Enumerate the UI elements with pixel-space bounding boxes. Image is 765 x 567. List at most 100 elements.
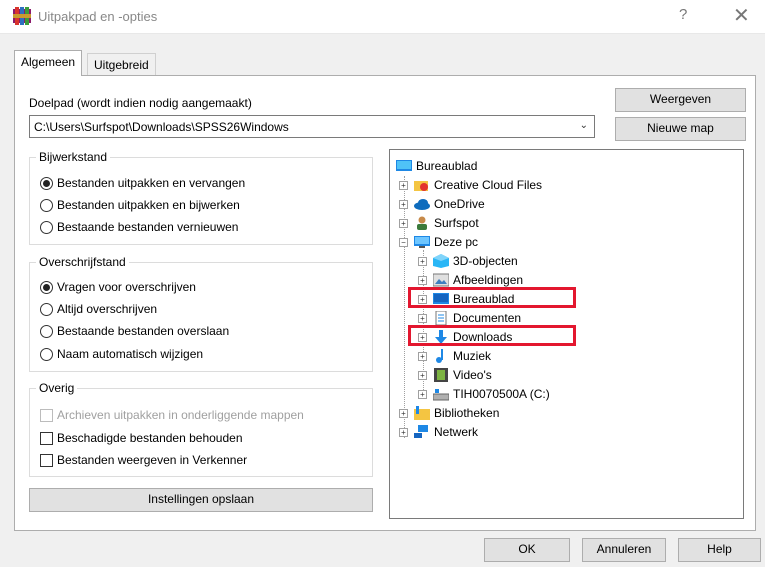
- tree-item-3d-objects[interactable]: + 3D-objecten: [418, 252, 518, 270]
- tree-item-this-pc[interactable]: − Deze pc: [399, 233, 478, 251]
- overwrite-mode-group: Overschrijfstand Vragen voor overschrijv…: [29, 255, 373, 372]
- radio-indicator[interactable]: [40, 176, 53, 190]
- tree-root-desktop[interactable]: Bureaublad: [396, 157, 477, 175]
- folder-tree[interactable]: Bureaublad + Creative Cloud Files + OneD…: [389, 149, 744, 519]
- expand-icon[interactable]: +: [418, 370, 427, 380]
- tree-node-label: Bibliotheken: [434, 406, 500, 420]
- checkbox-indicator[interactable]: [40, 431, 53, 445]
- tree-node-label: Bureaublad: [416, 159, 478, 173]
- expand-icon[interactable]: +: [418, 275, 427, 285]
- save-settings-button[interactable]: Instellingen opslaan: [29, 488, 373, 512]
- help-button[interactable]: Help: [678, 538, 761, 562]
- tree-node-label: Creative Cloud Files: [434, 178, 543, 192]
- radio-indicator[interactable]: [40, 347, 53, 361]
- drive-icon: [433, 389, 449, 401]
- network-icon: [414, 425, 428, 438]
- destination-path-value: C:\Users\Surfspot\Downloads\SPSS26Window…: [34, 120, 289, 134]
- expand-icon[interactable]: +: [418, 332, 427, 342]
- tree-item-surfspot[interactable]: + Surfspot: [399, 214, 479, 232]
- tree-node-label: TIH0070500A (C:): [453, 387, 550, 401]
- radio-indicator[interactable]: [40, 280, 53, 294]
- tree-item-network[interactable]: + Netwerk: [399, 423, 478, 441]
- videos-icon: [434, 368, 448, 382]
- update-mode-title: Bijwerkstand: [36, 150, 111, 164]
- computer-icon: [414, 236, 430, 248]
- tree-item-videos[interactable]: + Video's: [418, 366, 492, 384]
- tree-node-label: Bureaublad: [453, 292, 515, 306]
- expand-icon[interactable]: +: [399, 218, 408, 228]
- 3d-objects-icon: [433, 254, 449, 268]
- tree-item-pictures[interactable]: + Afbeeldingen: [418, 271, 523, 289]
- cancel-button[interactable]: Annuleren: [582, 538, 666, 562]
- overwrite-mode-title: Overschrijfstand: [36, 255, 129, 269]
- radio-skip-existing[interactable]: Bestaande bestanden overslaan: [40, 324, 229, 338]
- collapse-icon[interactable]: −: [399, 237, 408, 247]
- expand-icon[interactable]: +: [418, 294, 427, 304]
- expand-icon[interactable]: +: [418, 256, 427, 266]
- expand-icon[interactable]: +: [399, 199, 408, 209]
- radio-indicator[interactable]: [40, 302, 53, 316]
- tree-item-libraries[interactable]: + Bibliotheken: [399, 404, 499, 422]
- tree-item-drive-c[interactable]: + TIH0070500A (C:): [418, 385, 550, 403]
- expand-icon[interactable]: +: [399, 180, 408, 190]
- libraries-icon: [414, 406, 430, 420]
- tree-item-onedrive[interactable]: + OneDrive: [399, 195, 485, 213]
- user-icon: [417, 216, 427, 230]
- radio-label: Naam automatisch wijzigen: [57, 347, 204, 361]
- radio-label: Altijd overschrijven: [57, 302, 158, 316]
- tree-item-downloads[interactable]: + Downloads: [418, 328, 512, 346]
- misc-title: Overig: [36, 381, 78, 395]
- desktop-icon: [433, 293, 449, 304]
- expand-icon[interactable]: +: [399, 408, 408, 418]
- expand-icon[interactable]: +: [418, 389, 427, 399]
- radio-label: Bestaande bestanden vernieuwen: [57, 220, 239, 234]
- tree-node-label: Downloads: [453, 330, 513, 344]
- tree-item-documents[interactable]: + Documenten: [418, 309, 521, 327]
- expand-icon[interactable]: +: [418, 313, 427, 323]
- destination-label: Doelpad (wordt indien nodig aangemaakt): [29, 96, 252, 110]
- update-mode-group: Bijwerkstand Bestanden uitpakken en verv…: [29, 150, 373, 245]
- tree-node-label: Documenten: [453, 311, 522, 325]
- checkbox-indicator[interactable]: [40, 453, 53, 467]
- radio-ask-overwrite[interactable]: Vragen voor overschrijven: [40, 280, 196, 294]
- radio-extract-update[interactable]: Bestanden uitpakken en bijwerken: [40, 198, 240, 212]
- downloads-icon: [435, 330, 447, 344]
- tree-node-label: Netwerk: [434, 425, 479, 439]
- radio-label: Bestanden uitpakken en vervangen: [57, 176, 246, 190]
- window-title: Uitpakpad en -opties: [38, 9, 158, 24]
- chevron-down-icon[interactable]: ⌄: [580, 120, 588, 131]
- radio-indicator[interactable]: [40, 198, 53, 212]
- tree-node-label: Video's: [453, 368, 492, 382]
- checkbox-show-in-explorer[interactable]: Bestanden weergeven in Verkenner: [40, 453, 247, 467]
- new-folder-button[interactable]: Nieuwe map: [615, 117, 746, 141]
- tree-node-label: OneDrive: [434, 197, 485, 211]
- tree-item-desktop[interactable]: + Bureaublad: [418, 290, 514, 308]
- checkbox-indicator: [40, 408, 53, 422]
- help-title-button[interactable]: ?: [679, 6, 687, 23]
- radio-label: Bestanden uitpakken en bijwerken: [57, 198, 240, 212]
- destination-path-combobox[interactable]: C:\Users\Surfspot\Downloads\SPSS26Window…: [29, 115, 595, 138]
- tree-node-label: Surfspot: [434, 216, 479, 230]
- tab-algemeen[interactable]: Algemeen: [14, 50, 83, 76]
- radio-label: Vragen voor overschrijven: [57, 280, 196, 294]
- checkbox-label: Bestanden weergeven in Verkenner: [57, 453, 248, 467]
- tab-uitgebreid[interactable]: Uitgebreid: [87, 53, 156, 75]
- show-button[interactable]: Weergeven: [615, 88, 746, 112]
- radio-indicator[interactable]: [40, 324, 53, 338]
- tree-item-creative-cloud[interactable]: + Creative Cloud Files: [399, 176, 542, 194]
- misc-group: Overig Archieven uitpakken in onderligge…: [29, 381, 373, 477]
- tree-item-music[interactable]: + Muziek: [418, 347, 491, 365]
- checkbox-keep-broken[interactable]: Beschadigde bestanden behouden: [40, 431, 243, 445]
- radio-always-overwrite[interactable]: Altijd overschrijven: [40, 302, 157, 316]
- close-button[interactable]: ✕: [733, 3, 750, 28]
- expand-icon[interactable]: +: [399, 427, 408, 437]
- tree-node-label: Deze pc: [434, 235, 479, 249]
- radio-indicator[interactable]: [40, 220, 53, 234]
- ok-button[interactable]: OK: [484, 538, 570, 562]
- radio-auto-rename[interactable]: Naam automatisch wijzigen: [40, 347, 203, 361]
- radio-refresh-existing[interactable]: Bestaande bestanden vernieuwen: [40, 220, 238, 234]
- radio-extract-replace[interactable]: Bestanden uitpakken en vervangen: [40, 176, 245, 190]
- expand-icon[interactable]: +: [418, 351, 427, 361]
- checkbox-label: Archieven uitpakken in onderliggende map…: [57, 408, 304, 422]
- documents-icon: [435, 311, 447, 325]
